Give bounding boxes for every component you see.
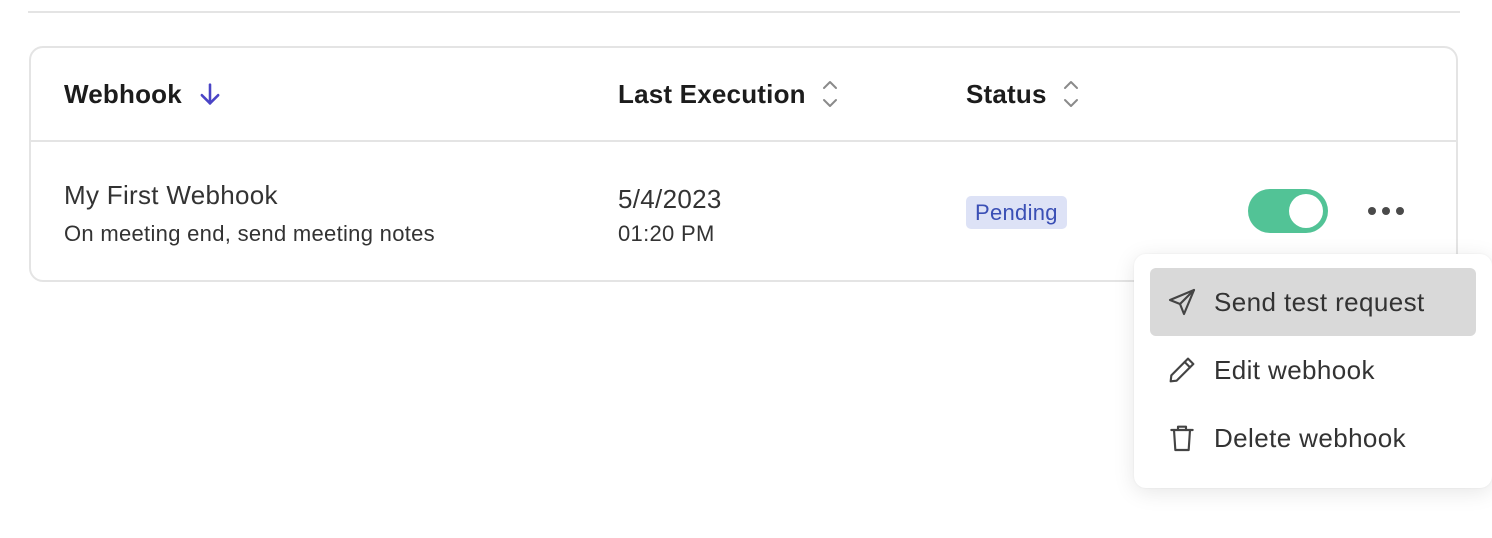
column-header-status-label: Status: [966, 78, 1047, 109]
menu-item-label: Edit webhook: [1214, 354, 1375, 385]
sort-arrow-down-icon: [196, 80, 224, 108]
more-dot: [1382, 207, 1390, 215]
column-header-webhook-label: Webhook: [64, 78, 182, 109]
last-execution-time: 01:20 PM: [618, 221, 715, 246]
top-divider: [28, 11, 1460, 13]
column-header-status[interactable]: Status: [966, 48, 1081, 140]
actions-menu: Send test request Edit webhook Delete we…: [1134, 254, 1492, 488]
webhook-name[interactable]: My First Webhook: [64, 180, 435, 211]
webhook-description: On meeting end, send meeting notes: [64, 221, 435, 246]
toggle-knob: [1289, 194, 1323, 228]
more-actions-button[interactable]: [1361, 194, 1411, 228]
sort-chevrons-icon: [1061, 78, 1081, 110]
column-header-webhook[interactable]: Webhook: [64, 48, 224, 140]
webhooks-table: Webhook Last Execution Status My First W…: [29, 46, 1458, 282]
menu-item-send-test-request[interactable]: Send test request: [1150, 268, 1476, 336]
table-header: Webhook Last Execution Status: [31, 48, 1456, 142]
status-badge: Pending: [966, 196, 1067, 229]
enabled-toggle[interactable]: [1248, 189, 1328, 233]
menu-item-label: Delete webhook: [1214, 422, 1407, 453]
column-header-last-execution-label: Last Execution: [618, 78, 806, 109]
webhook-cell: My First Webhook On meeting end, send me…: [64, 180, 435, 247]
menu-item-edit-webhook[interactable]: Edit webhook: [1150, 336, 1476, 404]
more-dots-icon: [1368, 207, 1376, 215]
more-dot: [1396, 207, 1404, 215]
pencil-icon: [1166, 354, 1198, 386]
column-header-last-execution[interactable]: Last Execution: [618, 48, 840, 140]
send-icon: [1166, 286, 1198, 318]
last-execution-date: 5/4/2023: [618, 184, 722, 214]
menu-item-label: Send test request: [1214, 286, 1425, 317]
menu-item-delete-webhook[interactable]: Delete webhook: [1150, 404, 1476, 472]
trash-icon: [1166, 422, 1198, 454]
last-execution-cell: 5/4/2023 01:20 PM: [618, 184, 722, 247]
sort-chevrons-icon: [820, 78, 840, 110]
